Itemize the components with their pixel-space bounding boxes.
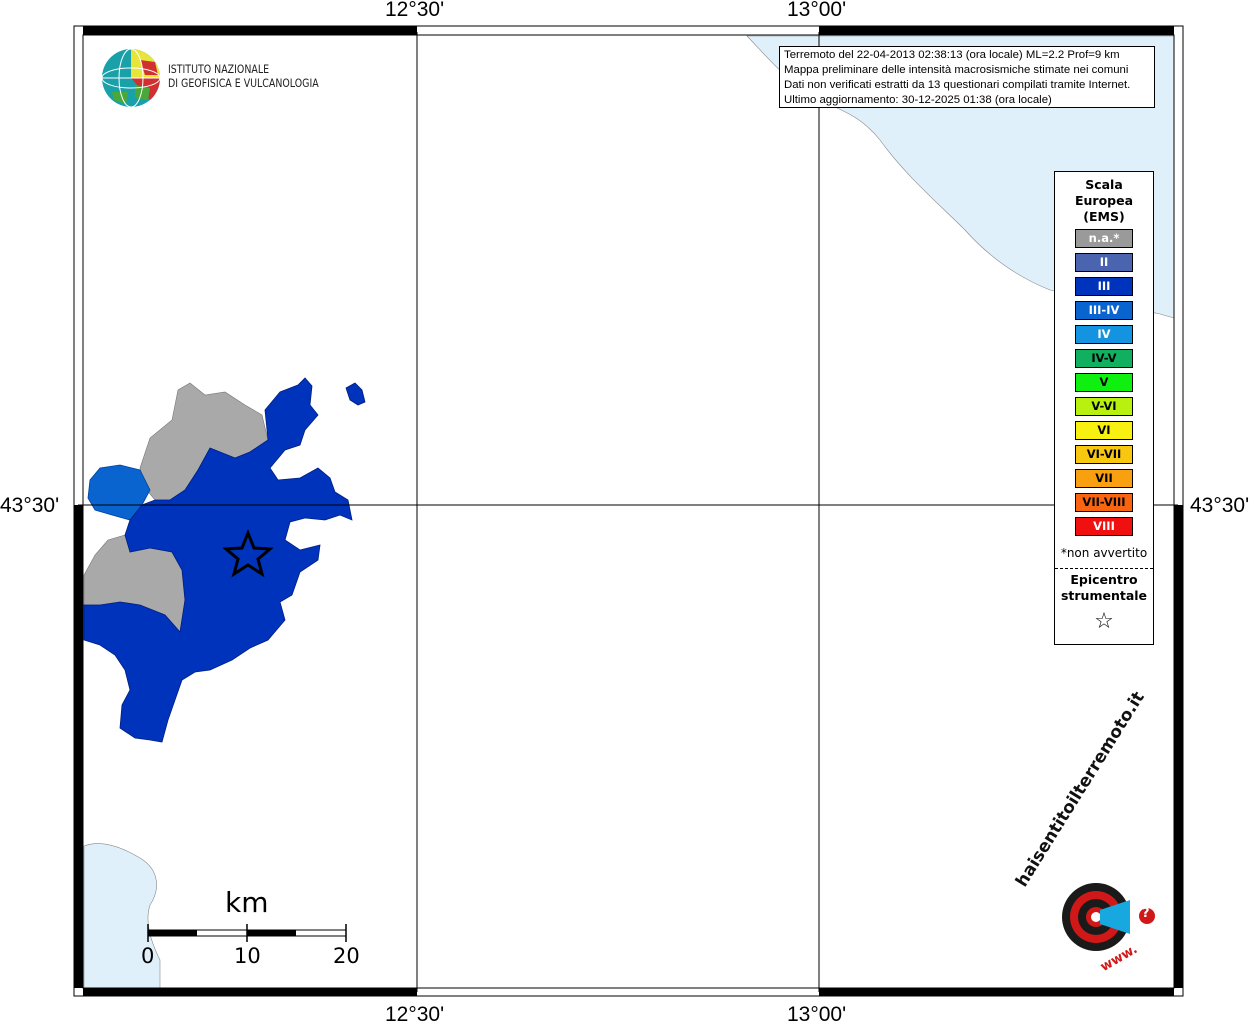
legend-item: III-IV bbox=[1075, 301, 1133, 320]
legend-item: VII-VIII bbox=[1075, 493, 1133, 512]
ingv-logo-text: ISTITUTO NAZIONALE DI GEOFISICA E VULCAN… bbox=[168, 62, 319, 90]
coord-bottom-1230: 12°30' bbox=[385, 1003, 445, 1026]
legend-item: IV-V bbox=[1075, 349, 1133, 368]
legend-title: Scala Europea (EMS) bbox=[1074, 177, 1134, 224]
legend-item: V bbox=[1075, 373, 1133, 392]
coord-top-1230: 12°30' bbox=[385, 0, 445, 21]
legend-separator bbox=[1055, 568, 1153, 569]
info-line4: Ultimo aggiornamento: 30-12-2025 01:38 (… bbox=[784, 94, 1052, 106]
ingv-line2: DI GEOFISICA E VULCANOLOGIA bbox=[168, 76, 319, 90]
legend-item: VI-VII bbox=[1075, 445, 1133, 464]
ingv-line1: ISTITUTO NAZIONALE bbox=[168, 62, 270, 76]
legend-item: VI bbox=[1075, 421, 1133, 440]
scale-tick-10: 10 bbox=[234, 944, 261, 968]
info-line3: Dati non verificati estratti da 13 quest… bbox=[784, 79, 1131, 91]
coord-top-1300: 13°00' bbox=[787, 0, 847, 21]
legend-note: *non avvertito bbox=[1060, 546, 1148, 560]
event-info-box: Terremoto del 22-04-2013 02:38:13 (ora l… bbox=[779, 46, 1155, 108]
info-line2: Mappa preliminare delle intensità macros… bbox=[784, 64, 1129, 76]
ems-legend: Scala Europea (EMS) n.a.* II III III-IV IV IV… bbox=[1054, 171, 1154, 645]
legend-item: V-VI bbox=[1075, 397, 1133, 416]
scale-bar bbox=[147, 924, 347, 942]
intensity-area-III-small bbox=[345, 382, 366, 406]
scale-tick-0: 0 bbox=[141, 944, 155, 968]
coord-bottom-1300: 13°00' bbox=[787, 1003, 847, 1026]
legend-item: n.a.* bbox=[1075, 229, 1133, 248]
legend-item: VII bbox=[1075, 469, 1133, 488]
legend-star-icon: ☆ bbox=[1094, 609, 1114, 634]
hsit-question-icon: ? bbox=[1142, 906, 1150, 921]
legend-item: III bbox=[1075, 277, 1133, 296]
scale-tick-20: 20 bbox=[333, 944, 360, 968]
coord-right-4330: 43°30' bbox=[1190, 494, 1250, 517]
legend-item: IV bbox=[1075, 325, 1133, 344]
legend-item: VIII bbox=[1075, 517, 1133, 536]
info-line1: Terremoto del 22-04-2013 02:38:13 (ora l… bbox=[784, 49, 1120, 61]
scale-unit: km bbox=[225, 886, 269, 919]
legend-epicentre-label: Epicentro strumentale bbox=[1060, 572, 1148, 603]
coord-left-4330: 43°30' bbox=[0, 494, 60, 517]
legend-item: II bbox=[1075, 253, 1133, 272]
ingv-globe-icon bbox=[101, 48, 161, 108]
